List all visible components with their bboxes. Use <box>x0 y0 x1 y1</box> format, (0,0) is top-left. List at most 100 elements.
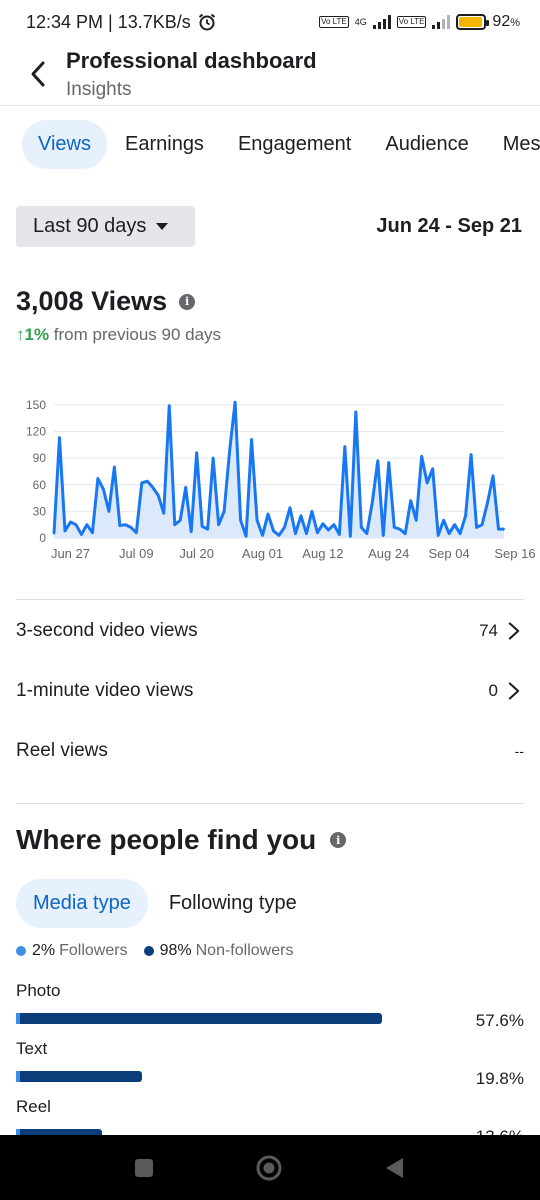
info-icon[interactable]: i <box>179 293 196 310</box>
views-change: ↑1% from previous 90 days <box>16 325 221 345</box>
data-point <box>442 519 445 522</box>
network-type: 4G <box>354 17 367 27</box>
segment-media-type[interactable]: Media type <box>16 879 148 928</box>
data-point <box>69 521 72 524</box>
legend-dot <box>143 946 154 956</box>
data-point <box>475 526 478 529</box>
metric-row-1min-views[interactable]: 1-minute video views 0 <box>16 671 524 711</box>
tab-messages[interactable]: Mes <box>487 120 540 169</box>
data-point <box>217 523 220 526</box>
data-point <box>453 523 456 526</box>
battery-icon <box>456 14 490 30</box>
data-point <box>305 532 308 535</box>
data-point <box>283 526 286 529</box>
date-range-dropdown[interactable]: Last 90 days <box>16 206 195 247</box>
tab-engagement[interactable]: Engagement <box>222 120 367 169</box>
data-point <box>343 445 346 448</box>
divider <box>16 599 524 600</box>
data-point <box>371 501 374 504</box>
data-point <box>91 531 94 534</box>
circle-home-icon[interactable] <box>255 1154 283 1182</box>
media-bar-photo: Photo 57.6% <box>16 981 524 1031</box>
data-point <box>173 523 176 526</box>
data-point <box>382 534 385 537</box>
signal-strength-icon <box>372 15 391 29</box>
x-tick-label: Sep 04 <box>429 546 470 561</box>
data-point <box>135 531 138 534</box>
date-range-selected: Last 90 days <box>33 215 147 237</box>
bar-label: Text <box>16 1039 48 1058</box>
tab-earnings[interactable]: Earnings <box>109 120 220 169</box>
data-point <box>239 519 242 522</box>
data-point <box>113 466 116 468</box>
data-point <box>393 526 396 529</box>
info-icon[interactable]: i <box>330 832 347 848</box>
data-point <box>107 510 110 513</box>
bar-line: 57.6% <box>16 1005 524 1031</box>
data-point <box>415 519 418 522</box>
tab-audience[interactable]: Audience <box>369 120 484 169</box>
metric-label: Reel views <box>16 740 108 761</box>
data-point <box>470 453 473 456</box>
page-subtitle: Insights <box>66 79 132 100</box>
data-point <box>272 529 275 532</box>
data-point <box>157 494 160 497</box>
metric-row-3s-views[interactable]: 3-second video views 74 <box>16 611 524 651</box>
data-point <box>250 438 253 441</box>
data-point <box>464 514 467 517</box>
tab-bar: Views Earnings Engagement Audience Mes <box>0 118 540 170</box>
data-point <box>102 488 105 491</box>
triangle-back-icon[interactable] <box>383 1156 407 1180</box>
tab-views[interactable]: Views <box>22 119 107 169</box>
views-total: 3,008 Views i <box>16 286 196 317</box>
data-point <box>310 510 313 513</box>
page-title: Professional dashboard <box>66 48 317 73</box>
media-bar-text: Text 19.8% <box>16 1039 524 1089</box>
battery-level <box>459 17 482 27</box>
chevron-right-icon <box>508 622 520 640</box>
data-point <box>288 506 291 509</box>
views-total-text: 3,008 Views <box>16 286 168 316</box>
app-header: Professional dashboard Insights <box>0 44 540 106</box>
divider <box>16 803 524 804</box>
data-point <box>420 455 423 458</box>
bar-followers-fill <box>16 1013 20 1024</box>
data-point <box>261 534 264 537</box>
chevron-left-icon <box>31 61 45 87</box>
data-point <box>234 401 237 404</box>
views-chart: 0 30 60 90 120 150 Jun 27 Jul 09 Jul 20 Aug 01 Aug… <box>26 398 536 561</box>
data-point <box>426 481 429 484</box>
metric-value: -- <box>515 743 524 759</box>
bar-fill <box>16 1071 142 1082</box>
metric-row-reel-views: Reel views -- <box>16 731 524 771</box>
segment-control: Media type Following type <box>16 879 314 928</box>
data-point <box>212 457 215 460</box>
square-recents-icon[interactable] <box>133 1157 155 1179</box>
data-point <box>267 513 270 516</box>
legend-dot <box>16 946 26 956</box>
back-button[interactable] <box>22 58 54 90</box>
volte-badge: Vo LTE <box>319 16 349 28</box>
bar-track <box>16 1013 540 1024</box>
status-left: 12:34 PM | 13.7KB/s <box>26 12 217 33</box>
y-tick-label: 90 <box>33 451 47 465</box>
data-point <box>63 529 66 532</box>
x-tick-label: Aug 12 <box>302 546 343 561</box>
segment-following-type[interactable]: Following type <box>152 879 314 928</box>
y-tick-label: 0 <box>39 531 46 545</box>
bar-label: Reel <box>16 1097 51 1116</box>
data-point <box>437 534 440 537</box>
data-point <box>459 532 462 535</box>
alarm-clock-icon <box>198 13 215 31</box>
data-point <box>58 436 61 439</box>
data-point <box>486 501 489 504</box>
y-tick-label: 30 <box>33 504 47 518</box>
status-right: Vo LTE 4G Vo LTE 92% <box>319 13 520 31</box>
change-text: from previous 90 days <box>49 325 222 344</box>
data-point <box>299 514 302 517</box>
x-tick-label: Jun 27 <box>51 546 90 561</box>
data-point <box>338 533 341 536</box>
x-tick-label: Sep 16 <box>494 546 535 561</box>
metric-value: 0 <box>489 681 524 701</box>
data-point <box>168 404 171 407</box>
